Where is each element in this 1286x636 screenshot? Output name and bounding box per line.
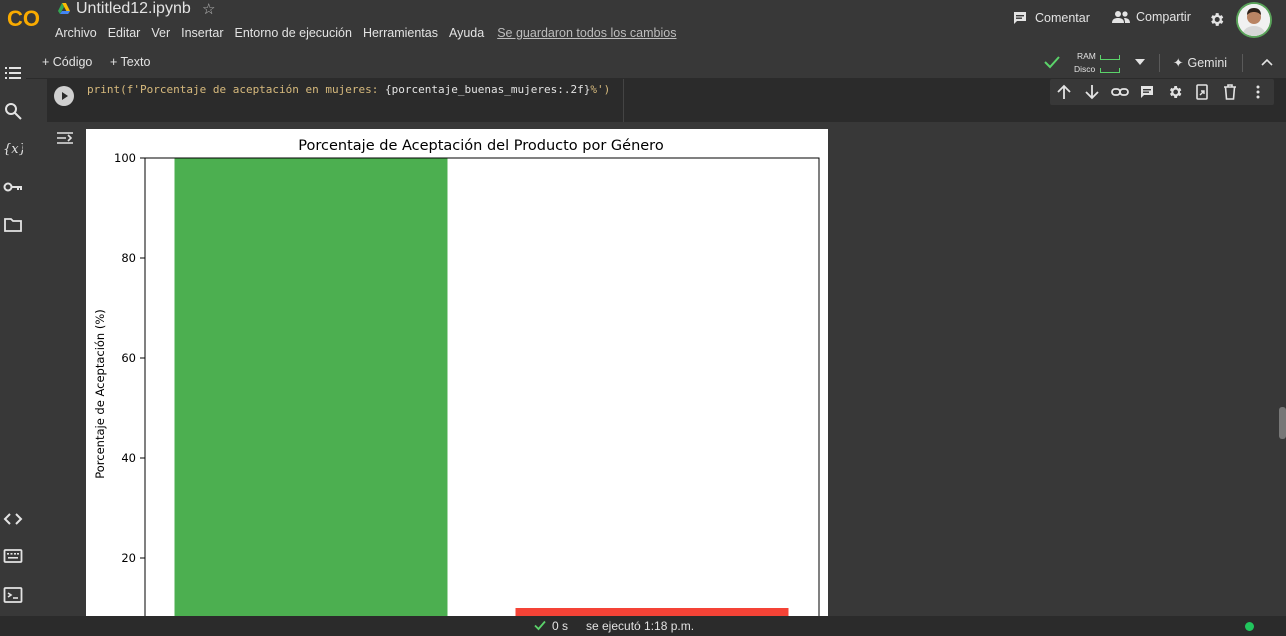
key-icon[interactable] <box>3 177 23 197</box>
mirror-cell-icon[interactable] <box>1195 84 1209 100</box>
bar-chart: Porcentaje de Aceptación del Producto po… <box>93 138 820 616</box>
menu-bar: Archivo Editar Ver Insertar Entorno de e… <box>55 26 687 40</box>
chevron-down-icon[interactable] <box>1135 58 1145 66</box>
move-up-icon[interactable] <box>1057 84 1071 100</box>
y-tick-label: 20 <box>121 551 136 565</box>
comment-icon <box>1014 12 1026 24</box>
command-palette-icon[interactable] <box>3 546 23 566</box>
variables-icon[interactable]: {x} <box>3 138 23 158</box>
y-axis-label: Porcentaje de Aceptación (%) <box>93 309 107 479</box>
menu-ayuda[interactable]: Ayuda <box>449 26 484 40</box>
link-icon[interactable] <box>1111 85 1129 99</box>
notebook-title[interactable]: Untitled12.ipynb <box>76 0 191 18</box>
status-bar: 0 s se ejecutó 1:18 p.m. <box>0 616 1286 636</box>
comment-button[interactable]: Comentar <box>1012 10 1090 26</box>
disk-meter <box>1100 68 1120 73</box>
cell-toolbar <box>1050 79 1274 105</box>
code-expression: {porcentaje_buenas_mujeres:.2f} <box>385 83 591 96</box>
add-code-button[interactable]: + Código <box>42 55 92 69</box>
execution-duration: 0 s <box>552 619 569 633</box>
colab-logo[interactable]: CO <box>6 4 44 32</box>
y-tick-label: 100 <box>114 151 136 165</box>
bar-2 <box>515 608 789 616</box>
code-snippets-icon[interactable] <box>3 509 23 529</box>
settings-icon[interactable] <box>1208 11 1225 28</box>
terminal-icon[interactable] <box>3 585 23 605</box>
ram-meter <box>1100 55 1120 60</box>
toolbar-divider <box>1159 54 1160 72</box>
plot-output: Porcentaje de Aceptación del Producto po… <box>86 129 828 616</box>
comment-label: Comentar <box>1035 11 1090 25</box>
chevron-up-icon[interactable] <box>1261 58 1273 66</box>
menu-editar[interactable]: Editar <box>108 26 141 40</box>
top-bar: CO Untitled12.ipynb ☆ Archivo Editar Ver… <box>0 0 1286 48</box>
table-of-contents-icon[interactable] <box>3 63 23 83</box>
people-icon <box>1112 11 1130 23</box>
cell-editor-divider <box>623 79 624 122</box>
cell-settings-icon[interactable] <box>1167 84 1183 100</box>
menu-ver[interactable]: Ver <box>151 26 170 40</box>
execution-time: se ejecutó 1:18 p.m. <box>586 619 695 633</box>
menu-archivo[interactable]: Archivo <box>55 26 97 40</box>
check-icon <box>534 620 546 631</box>
menu-herramientas[interactable]: Herramientas <box>363 26 438 40</box>
svg-text:CO: CO <box>7 6 40 31</box>
y-tick-label: 80 <box>121 251 136 265</box>
ram-label: RAM <box>1077 51 1096 61</box>
runtime-status-dot[interactable] <box>1245 622 1254 631</box>
move-down-icon[interactable] <box>1085 84 1099 100</box>
code-suffix: %') <box>590 83 611 96</box>
connected-check-icon <box>1044 56 1060 69</box>
comment-cell-icon[interactable] <box>1139 84 1155 100</box>
y-tick-label: 40 <box>121 451 136 465</box>
share-label: Compartir <box>1136 10 1191 24</box>
share-button[interactable]: Compartir <box>1112 10 1191 24</box>
left-sidebar: {x} <box>0 48 26 616</box>
code-prefix: print(f'Porcentaje de aceptación en muje… <box>87 83 386 96</box>
menu-entorno[interactable]: Entorno de ejecución <box>235 26 352 40</box>
toolbar-divider-2 <box>1242 54 1243 72</box>
menu-insertar[interactable]: Insertar <box>181 26 223 40</box>
star-icon[interactable]: ☆ <box>202 0 215 18</box>
sparkle-icon: ✦ <box>1173 56 1184 70</box>
gemini-label: Gemini <box>1187 56 1228 70</box>
gemini-button[interactable]: ✦ Gemini <box>1173 55 1227 70</box>
delete-icon[interactable] <box>1223 84 1237 100</box>
drive-icon[interactable] <box>57 2 71 16</box>
saved-status-link[interactable]: Se guardaron todos los cambios <box>497 26 676 40</box>
disk-label: Disco <box>1074 64 1096 74</box>
folder-icon[interactable] <box>3 215 23 235</box>
bar-1 <box>174 158 448 616</box>
svg-text:{x}: {x} <box>3 142 23 157</box>
run-cell-button[interactable] <box>54 86 74 106</box>
output-actions-icon[interactable] <box>56 130 74 146</box>
y-tick-label: 60 <box>121 351 136 365</box>
user-avatar[interactable] <box>1238 4 1270 36</box>
scrollbar-thumb[interactable] <box>1279 407 1286 439</box>
resources-indicator[interactable]: RAM Disco <box>1074 50 1124 76</box>
add-text-button[interactable]: + Texto <box>110 55 150 69</box>
search-icon[interactable] <box>3 101 23 121</box>
notebook-toolbar: + Código + Texto RAM Disco ✦ Gemini <box>0 48 1286 79</box>
play-icon <box>62 92 68 100</box>
code-line[interactable]: print(f'Porcentaje de aceptación en muje… <box>87 83 610 96</box>
chart-title: Porcentaje de Aceptación del Producto po… <box>298 138 664 154</box>
more-options-icon[interactable] <box>1255 84 1261 100</box>
